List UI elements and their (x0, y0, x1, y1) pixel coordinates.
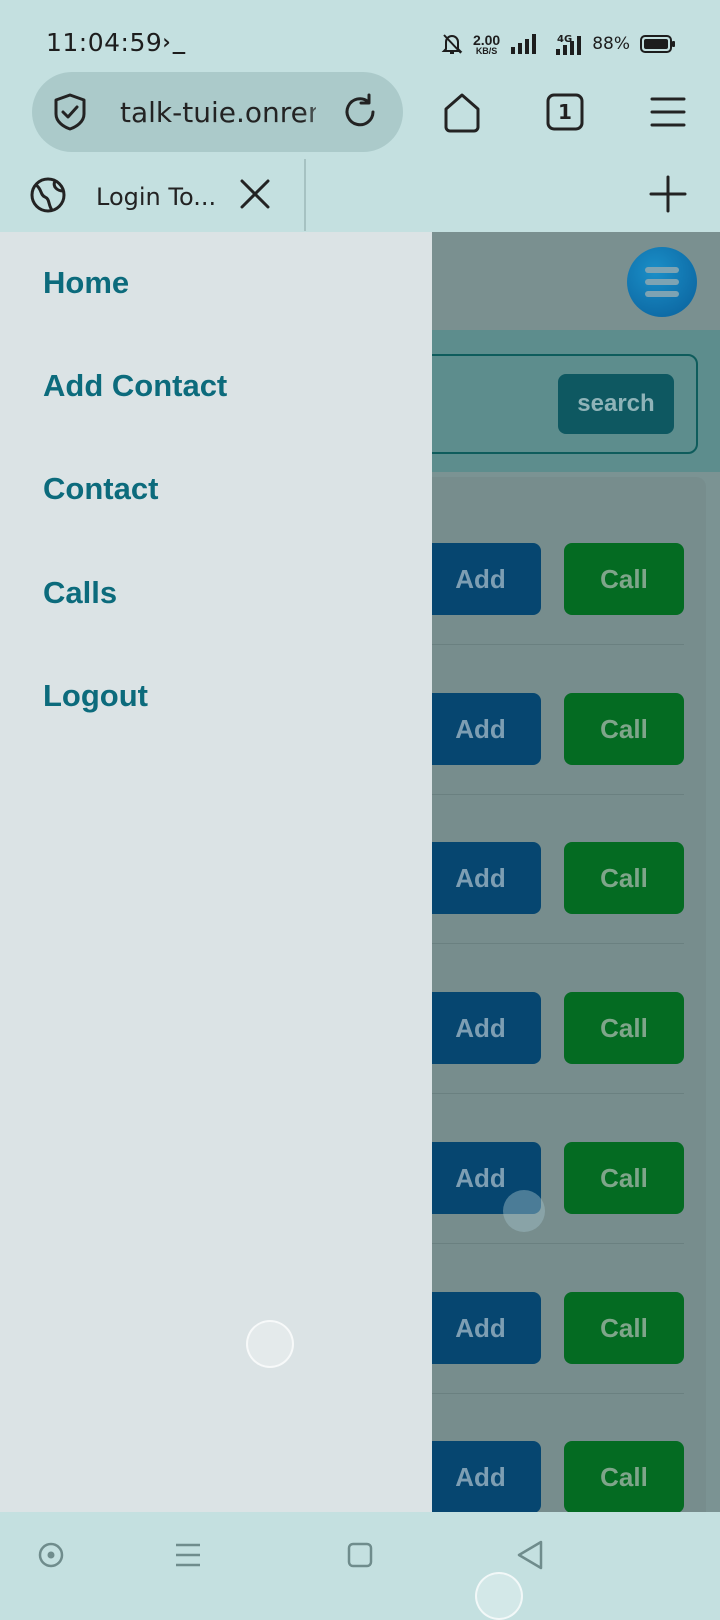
reload-icon[interactable] (340, 92, 380, 137)
close-icon[interactable] (238, 177, 272, 216)
hamburger-menu-icon[interactable] (644, 88, 692, 136)
drawer-link-calls[interactable]: Calls (43, 575, 117, 611)
add-button[interactable]: Add (420, 1292, 541, 1364)
home-square-icon[interactable] (346, 1541, 374, 1574)
signal-4g-icon: 4G (556, 34, 582, 55)
tab-title[interactable]: Login To... (96, 183, 216, 211)
add-button[interactable]: Add (420, 992, 541, 1064)
tab-count: 1 (558, 100, 572, 124)
row-divider (430, 644, 684, 645)
call-button[interactable]: Call (564, 842, 684, 914)
call-button[interactable]: Call (564, 992, 684, 1064)
drawer-link-logout[interactable]: Logout (43, 678, 148, 714)
battery-percent: 88% (592, 34, 630, 54)
touch-indicator (475, 1572, 523, 1620)
row-divider (430, 1243, 684, 1244)
signal-icon (511, 34, 537, 54)
call-button[interactable]: Call (564, 1441, 684, 1512)
address-bar[interactable]: talk-tuie.onrender.com (32, 72, 403, 152)
assistant-icon[interactable] (36, 1540, 66, 1575)
tab-switcher-button[interactable]: 1 (541, 88, 589, 136)
net-speed-unit: KB/S (475, 45, 498, 56)
tab-strip: Login To... (0, 157, 720, 232)
system-navigation-bar (0, 1512, 720, 1620)
status-bar: 11:04:59 ›_ 2.00 KB/S 4G 88% (0, 0, 720, 70)
menu-fab-icon[interactable] (627, 247, 697, 317)
touch-indicator (246, 1320, 294, 1368)
call-button[interactable]: Call (564, 1292, 684, 1364)
back-icon[interactable] (515, 1539, 545, 1576)
network-type-label: 4G (557, 34, 572, 45)
row-divider (430, 1093, 684, 1094)
globe-icon (28, 175, 68, 220)
call-button[interactable]: Call (564, 1142, 684, 1214)
row-divider (430, 794, 684, 795)
touch-indicator (503, 1190, 545, 1232)
drawer-link-home[interactable]: Home (43, 265, 129, 301)
add-button[interactable]: Add (420, 1441, 541, 1512)
bell-muted-icon (441, 34, 463, 54)
recents-menu-icon[interactable] (174, 1542, 202, 1573)
shield-check-icon[interactable] (52, 92, 88, 137)
url-text[interactable]: talk-tuie.onrender.com (120, 96, 316, 129)
side-drawer: Home Add Contact Contact Calls Logout (0, 232, 432, 1512)
tab-divider (304, 159, 306, 231)
add-button[interactable]: Add (420, 842, 541, 914)
add-button[interactable]: Add (420, 543, 541, 615)
url-fade (302, 88, 342, 136)
call-button[interactable]: Call (564, 543, 684, 615)
home-icon[interactable] (438, 88, 486, 136)
status-time: 11:04:59 (46, 28, 163, 57)
net-speed: 2.00 KB/S (473, 33, 500, 56)
search-button[interactable]: search (558, 374, 674, 434)
plus-icon[interactable] (648, 174, 688, 219)
terminal-icon: ›_ (160, 30, 186, 54)
call-button[interactable]: Call (564, 693, 684, 765)
battery-icon (640, 35, 675, 53)
drawer-link-contact[interactable]: Contact (43, 471, 158, 507)
status-indicators: 2.00 KB/S 4G 88% (441, 28, 676, 60)
row-divider (430, 943, 684, 944)
drawer-link-add-contact[interactable]: Add Contact (43, 368, 227, 404)
net-speed-value: 2.00 (472, 31, 501, 48)
row-divider (430, 1393, 684, 1394)
add-button[interactable]: Add (420, 693, 541, 765)
